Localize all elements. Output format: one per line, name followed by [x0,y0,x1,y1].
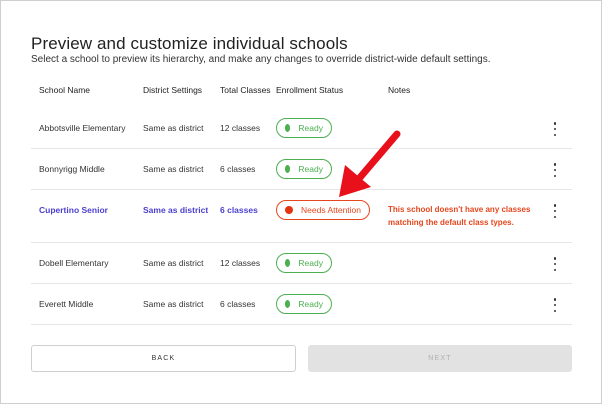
table-row[interactable]: Dobell Elementary Same as district 12 cl… [31,243,572,284]
header-enrollment-status: Enrollment Status [276,85,344,95]
status-label: Ready [298,258,323,268]
status-label: Ready [298,299,323,309]
total-classes: 12 classes [220,258,261,268]
school-name[interactable]: Dobell Elementary [39,243,108,284]
more-vertical-icon[interactable] [551,122,559,136]
status-badge: Ready [276,253,332,273]
status-label: Ready [298,123,323,133]
table-row[interactable]: Cupertino Senior Same as district 6 clas… [31,190,572,243]
status-dot-icon [285,300,291,308]
next-button[interactable]: NEXT [308,345,572,372]
header-notes: Notes [388,85,411,95]
more-vertical-icon[interactable] [551,257,559,271]
header-total-classes: Total Classes [220,85,271,95]
page-subtitle: Select a school to preview its hierarchy… [31,54,491,65]
total-classes: 12 classes [220,123,261,133]
page-frame: Preview and customize individual schools… [0,0,602,404]
row-note: This school doesn't have any classes mat… [388,204,530,229]
school-name[interactable]: Abbotsville Elementary [39,108,125,149]
table-row[interactable]: Abbotsville Elementary Same as district … [31,108,572,149]
district-settings: Same as district [143,258,204,268]
header-school-name: School Name [39,85,91,95]
district-settings: Same as district [143,205,209,215]
status-badge: Ready [276,159,332,179]
total-classes: 6 classes [220,164,256,174]
table-row[interactable]: Everett Middle Same as district 6 classe… [31,284,572,325]
status-dot-icon [285,259,291,267]
school-name[interactable]: Everett Middle [39,284,93,325]
more-vertical-icon[interactable] [551,204,559,218]
status-label: Ready [298,164,323,174]
status-label: Needs Attention [301,205,362,215]
row-note-line: matching the default class types. [388,217,514,227]
school-name[interactable]: Cupertino Senior [39,190,108,231]
total-classes: 6 classes [220,205,258,215]
status-dot-icon [285,124,291,132]
red-arrow-icon [339,130,401,197]
school-name[interactable]: Bonnyrigg Middle [39,149,105,190]
district-settings: Same as district [143,164,204,174]
status-dot-icon [285,165,291,173]
status-dot-icon [285,206,293,214]
more-vertical-icon[interactable] [551,163,559,177]
district-settings: Same as district [143,123,204,133]
status-badge: Needs Attention [276,200,370,220]
status-badge: Ready [276,294,332,314]
table-row[interactable]: Bonnyrigg Middle Same as district 6 clas… [31,149,572,190]
back-button[interactable]: BACK [31,345,296,372]
total-classes: 6 classes [220,299,256,309]
more-vertical-icon[interactable] [551,298,559,312]
row-note-line: This school doesn't have any classes [388,205,531,214]
page-title: Preview and customize individual schools [31,34,348,53]
status-badge: Ready [276,118,332,138]
header-district-settings: District Settings [143,85,203,95]
district-settings: Same as district [143,299,204,309]
